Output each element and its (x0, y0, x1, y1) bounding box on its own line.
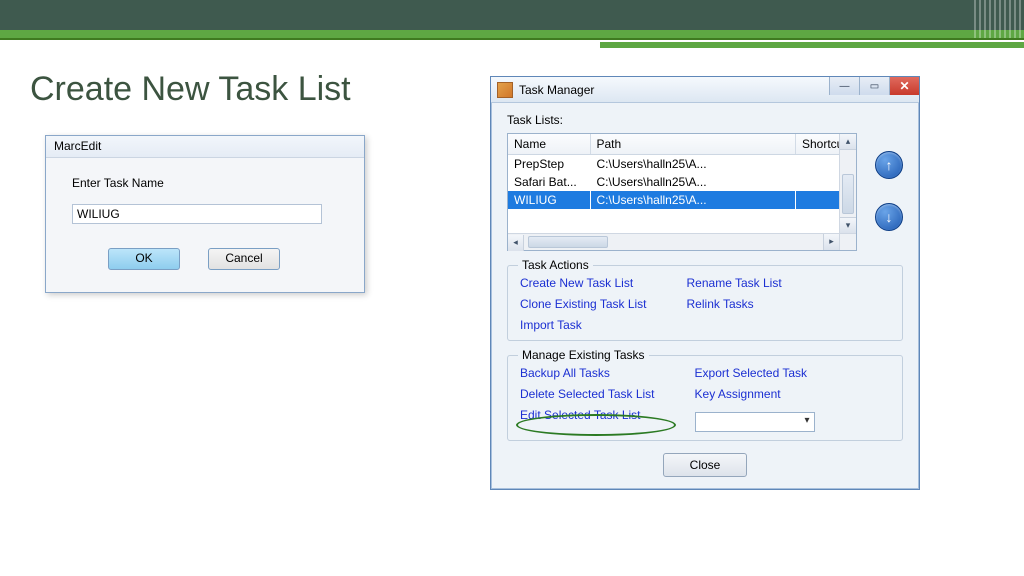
link-edit-selected-task-list[interactable]: Edit Selected Task List (520, 408, 655, 422)
link-relink-tasks[interactable]: Relink Tasks (687, 297, 782, 311)
scroll-left-icon[interactable]: ◂ (508, 235, 524, 251)
manage-tasks-legend: Manage Existing Tasks (518, 348, 649, 362)
table-row[interactable]: PrepStep C:\Users\halln25\A... (508, 155, 856, 174)
col-path[interactable]: Path (590, 134, 796, 155)
manage-tasks-group: Manage Existing Tasks Backup All Tasks D… (507, 355, 903, 441)
horizontal-scrollbar[interactable]: ◂ ▸ (508, 233, 839, 250)
task-lists-label: Task Lists: (507, 113, 903, 127)
hscroll-thumb[interactable] (528, 236, 608, 248)
task-name-label: Enter Task Name (72, 176, 338, 190)
task-actions-legend: Task Actions (518, 258, 593, 272)
ok-button[interactable]: OK (108, 248, 180, 270)
minimize-button[interactable]: — (829, 77, 859, 95)
link-create-new-task-list[interactable]: Create New Task List (520, 276, 647, 290)
task-manager-window: Task Manager — ▭ ✕ Task Lists: Name Path… (490, 76, 920, 490)
marcedit-dialog: MarcEdit Enter Task Name OK Cancel (45, 135, 365, 293)
key-assignment-combo[interactable] (695, 412, 815, 432)
move-up-button[interactable]: ↑ (875, 151, 903, 179)
header-underline (600, 42, 1024, 48)
vertical-scrollbar[interactable]: ▴ ▾ (839, 134, 856, 233)
scroll-down-icon[interactable]: ▾ (840, 217, 856, 233)
close-button[interactable]: Close (663, 453, 747, 477)
scroll-up-icon[interactable]: ▴ (840, 134, 856, 150)
tm-titlebar[interactable]: Task Manager — ▭ ✕ (491, 77, 919, 103)
cancel-button[interactable]: Cancel (208, 248, 280, 270)
marcedit-title-text: MarcEdit (54, 139, 101, 153)
task-actions-group: Task Actions Create New Task List Clone … (507, 265, 903, 341)
link-rename-task-list[interactable]: Rename Task List (687, 276, 782, 290)
scroll-thumb[interactable] (842, 174, 854, 214)
task-name-input[interactable] (72, 204, 322, 224)
marcedit-titlebar[interactable]: MarcEdit (46, 136, 364, 158)
link-backup-all-tasks[interactable]: Backup All Tasks (520, 366, 655, 380)
slide-header-bar (0, 0, 1024, 30)
link-export-selected-task[interactable]: Export Selected Task (695, 366, 815, 380)
move-down-button[interactable]: ↓ (875, 203, 903, 231)
link-import-task[interactable]: Import Task (520, 318, 647, 332)
link-key-assignment[interactable]: Key Assignment (695, 387, 815, 401)
scroll-right-icon[interactable]: ▸ (823, 234, 839, 250)
table-row-selected[interactable]: WILIUG C:\Users\halln25\A... (508, 191, 856, 209)
table-row[interactable]: Safari Bat... C:\Users\halln25\A... (508, 173, 856, 191)
task-lists-table[interactable]: Name Path Shortcut PrepStep C:\Users\hal… (507, 133, 857, 251)
link-clone-existing-task-list[interactable]: Clone Existing Task List (520, 297, 647, 311)
window-close-button[interactable]: ✕ (889, 77, 919, 95)
maximize-button[interactable]: ▭ (859, 77, 889, 95)
app-icon (497, 82, 513, 98)
col-name[interactable]: Name (508, 134, 590, 155)
scroll-corner (839, 233, 856, 250)
tm-title-text: Task Manager (519, 83, 594, 97)
header-accent (974, 0, 1024, 38)
slide-title: Create New Task List (30, 70, 351, 109)
link-delete-selected-task-list[interactable]: Delete Selected Task List (520, 387, 655, 401)
